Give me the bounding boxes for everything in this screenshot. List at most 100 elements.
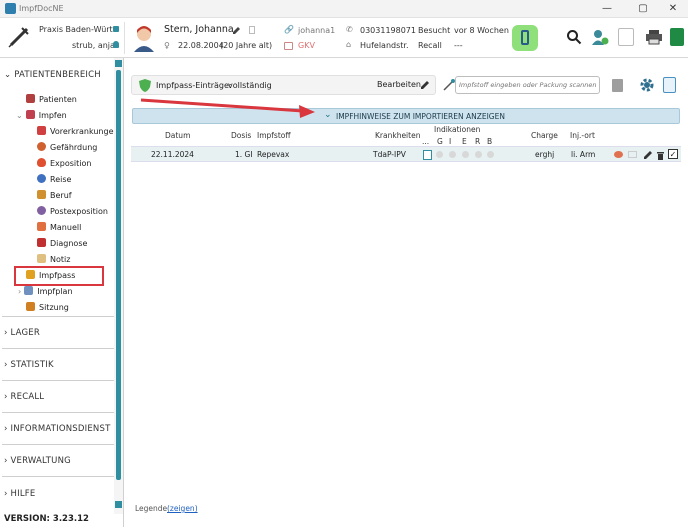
sidebar-item-impfpass[interactable]: Impfpass [26, 269, 75, 283]
user-icon [113, 41, 119, 48]
section-patientenbereich[interactable]: ⌄ PATIENTENBEREICH [4, 70, 101, 80]
sidebar-item-patienten[interactable]: Patienten [26, 93, 77, 107]
section-recall[interactable]: › RECALL [4, 392, 44, 402]
divider [124, 22, 125, 54]
export-excel-icon[interactable] [670, 28, 684, 46]
col-header-ind-more: ... [422, 137, 430, 146]
edit-patient-icon[interactable] [232, 26, 241, 35]
sidebar-item-exposition[interactable]: Exposition [37, 157, 91, 171]
edit-entries-button[interactable]: Bearbeiten [377, 80, 421, 89]
col-header-ind-b: B [487, 137, 493, 146]
globe-icon [37, 174, 46, 183]
syringe-logo-icon [8, 27, 29, 48]
sidebar-item-diagnose[interactable]: Diagnose [37, 237, 87, 251]
vaccine-search-input[interactable] [455, 76, 600, 94]
sidebar-item-reise[interactable]: Reise [37, 173, 71, 187]
window-title: ImpfDocNE [19, 4, 64, 13]
sidebar-item-beruf[interactable]: Beruf [37, 189, 72, 203]
briefcase-icon [26, 302, 35, 311]
entries-status: vollständig [228, 81, 272, 90]
info-icon[interactable] [423, 150, 432, 160]
chevron-down-icon: ⌄ [324, 110, 332, 120]
col-header-datum[interactable]: Datum [165, 131, 190, 140]
sidebar-item-notiz[interactable]: Notiz [37, 253, 70, 267]
visited-label: Besucht [418, 26, 451, 35]
col-header-indikationen[interactable]: Indikationen [434, 125, 480, 134]
sidebar-item-impfen[interactable]: ⌄ Impfen [16, 109, 67, 123]
recall-label: Recall [418, 41, 442, 50]
shield-icon [139, 79, 151, 92]
legend-label: Legende [135, 504, 168, 513]
col-header-impfstoff[interactable]: Impfstoff [257, 131, 291, 140]
app-logo-icon [5, 3, 16, 14]
sidebar: ⌄ PATIENTENBEREICH Patienten ⌄ Impfen Vor… [0, 58, 124, 527]
patient-phone: 03031198071 [360, 26, 416, 35]
print-icon[interactable] [645, 29, 663, 45]
indication-r-icon [475, 151, 482, 158]
col-header-charge[interactable]: Charge [531, 131, 558, 140]
syringe-icon [25, 110, 35, 119]
xml-export-icon[interactable] [663, 77, 676, 93]
delete-row-icon[interactable] [656, 150, 665, 160]
sidebar-item-manuell[interactable]: Manuell [37, 221, 81, 235]
patient-age: (20 Jahre alt) [220, 41, 273, 50]
section-verwaltung[interactable]: › VERWALTUNG [4, 456, 71, 466]
main-content: Impfpass-Einträge: vollständig Bearbeite… [125, 58, 688, 527]
col-header-krankheiten[interactable]: Krankheiten [375, 131, 420, 140]
section-hilfe[interactable]: › HILFE [4, 489, 35, 499]
add-patient-icon[interactable] [591, 28, 609, 46]
practice-name[interactable]: Praxis Baden-Würt.. [39, 25, 118, 34]
table-row[interactable]: 22.11.2024 1. GI Repevax TdaP-IPV erghj … [131, 146, 681, 162]
indication-b-icon [487, 151, 494, 158]
scan-button[interactable] [612, 79, 623, 92]
sidebar-item-impfplan[interactable]: › Impfplan [18, 285, 73, 299]
user-name[interactable]: strub, anja [72, 41, 115, 50]
patient-street: Hufelandstr. [360, 41, 409, 50]
settings-gear-icon[interactable] [639, 77, 655, 93]
patient-name: Stern, Johanna [164, 24, 234, 35]
sidebar-item-postexposition[interactable]: Postexposition [37, 205, 108, 219]
close-button[interactable]: ✕ [658, 2, 688, 16]
row-datum: 22.11.2024 [151, 150, 194, 159]
sidebar-item-sitzung[interactable]: Sitzung [26, 301, 69, 315]
patient-avatar [134, 26, 154, 52]
sidebar-item-vorerkrankungen[interactable]: Vorerkrankungen [37, 125, 119, 139]
virus-icon [37, 142, 46, 151]
import-hints-label: IMPFHINWEISE ZUM IMPORTIEREN ANZEIGEN [336, 112, 505, 121]
sidebar-scroll-thumb[interactable] [116, 70, 121, 480]
indication-i-icon [449, 151, 456, 158]
arm-site-icon [614, 151, 623, 158]
phone-icon: ✆ [346, 25, 353, 34]
note-row-icon[interactable] [628, 151, 637, 158]
section-lager[interactable]: › LAGER [4, 328, 40, 338]
visited-value: vor 8 Wochen [454, 26, 509, 35]
row-checkbox[interactable]: ✓ [668, 149, 678, 159]
col-header-ind-e: E [462, 137, 467, 146]
row-dosis: 1. GI [235, 150, 253, 159]
hand-icon [37, 222, 46, 231]
trash-patient-icon[interactable] [249, 26, 255, 34]
chevron-down-icon: ⌄ [16, 111, 23, 120]
insurance-icon [284, 42, 293, 50]
scroll-up-icon[interactable] [115, 60, 122, 67]
col-header-dosis[interactable]: Dosis [231, 131, 251, 140]
vaccine-stock-icon[interactable] [618, 28, 634, 46]
legend-show-link[interactable]: (zeigen) [167, 504, 198, 513]
edit-row-icon[interactable] [643, 150, 653, 160]
postexposition-icon [37, 206, 46, 215]
scroll-down-icon[interactable] [115, 501, 122, 508]
flame-icon [37, 158, 46, 167]
col-header-injort[interactable]: Inj.-ort [570, 131, 595, 140]
maximize-button[interactable]: ▢ [628, 2, 658, 16]
calendar-icon [24, 286, 34, 295]
pencil-icon[interactable] [420, 80, 430, 90]
patient-header: Praxis Baden-Würt.. strub, anja Stern, J… [0, 18, 688, 58]
chevron-down-icon: ⌄ [4, 70, 15, 80]
sidebar-item-gefaehrdung[interactable]: Gefährdung [37, 141, 97, 155]
mobile-app-button[interactable] [512, 25, 538, 51]
minimize-button[interactable]: — [592, 2, 622, 16]
patient-birthdate: 22.08.2004 [178, 41, 224, 50]
section-informationsdienst[interactable]: › INFORMATIONSDIENST [4, 424, 110, 434]
section-statistik[interactable]: › STATISTIK [4, 360, 54, 370]
search-icon[interactable] [566, 29, 582, 45]
